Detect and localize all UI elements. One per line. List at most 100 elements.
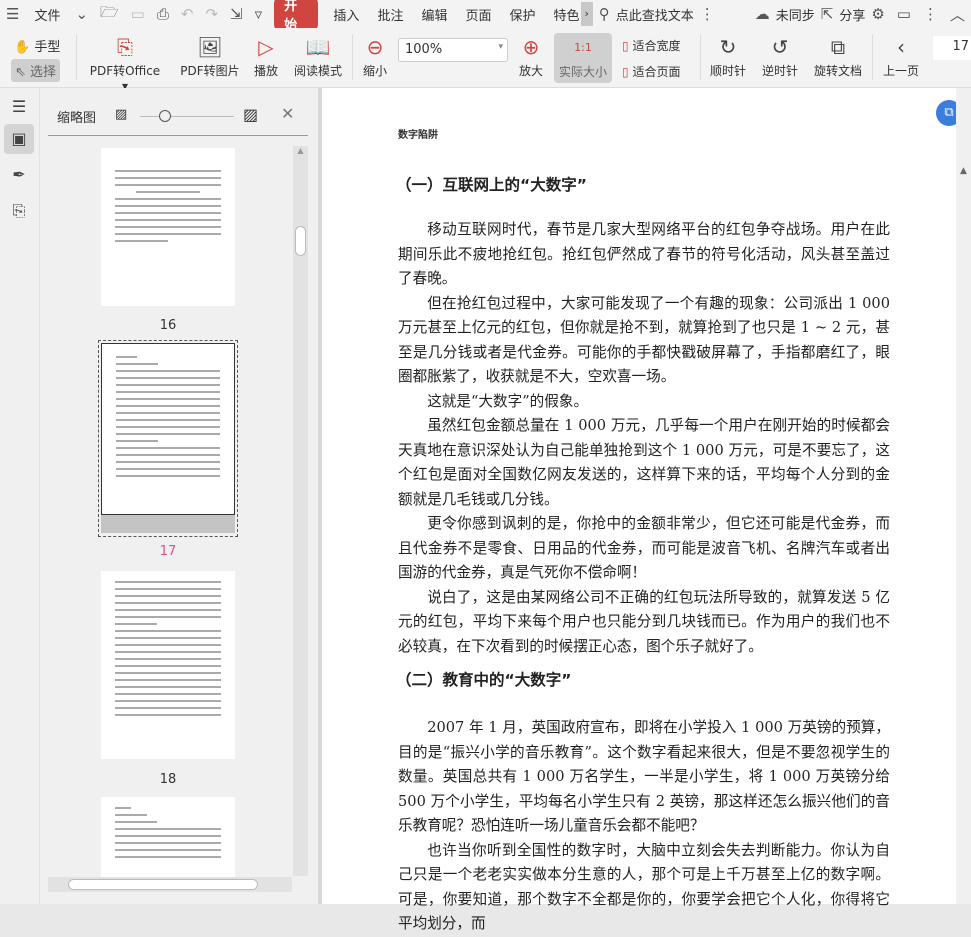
page-thumbnail[interactable] — [101, 571, 235, 759]
print-icon[interactable]: ⎙ — [151, 5, 175, 23]
document-page: 数字陷阱 （一）互联网上的“大数字” 移动互联网时代，春节是几家大型网络平台的红… — [322, 88, 962, 932]
page-thumbnail-selected[interactable] — [101, 343, 235, 515]
zoom-out-label: 缩小 — [362, 64, 387, 78]
chevron-left-icon: ‹ — [897, 35, 905, 59]
rotate-document-label: 旋转文档 — [813, 64, 862, 78]
signature-icon[interactable]: ⎘ — [4, 196, 34, 226]
close-icon[interactable]: ✕ — [281, 104, 294, 123]
hand-tool[interactable]: ✋ 手型 — [14, 36, 60, 55]
small-thumb-icon[interactable]: ▨ — [115, 107, 127, 122]
dropdown-arrow-icon: ▾ — [498, 42, 503, 52]
rotate-clockwise-button[interactable]: ↻ 顺时针 — [706, 32, 750, 79]
fit-width-label: 适合宽度 — [632, 39, 681, 53]
tab-insert[interactable]: 插入 — [324, 5, 368, 24]
fit-page-label: 适合页面 — [632, 65, 681, 79]
page-number-input[interactable]: 17 — [933, 36, 971, 60]
zoom-out-icon: ⊖ — [366, 35, 384, 59]
comment-icon[interactable]: ▭ — [891, 5, 917, 23]
fit-page-icon: ▯ — [622, 65, 629, 79]
more-dropdown-icon[interactable]: ▿ — [249, 5, 269, 23]
page-thumbnail[interactable] — [101, 148, 235, 306]
paragraph: 这就是“大数字”的假象。 — [427, 392, 589, 410]
file-menu[interactable]: 文件 — [25, 5, 69, 24]
panel-horizontal-scrollbar[interactable] — [48, 877, 292, 892]
section-heading: （一）互联网上的“大数字” — [396, 176, 587, 194]
zoom-in-label: 放大 — [518, 64, 543, 78]
fit-width-icon: ▯ — [622, 39, 629, 53]
cursor-icon: ⇖ — [15, 65, 26, 80]
zoom-in-button[interactable]: ⊕ 放大 — [516, 32, 546, 79]
image-icon: 🖼 — [197, 35, 223, 59]
large-thumb-icon[interactable]: ▨ — [243, 105, 258, 124]
pdf-convert-icon: ⎘ — [117, 35, 133, 59]
side-rail: ☰ ▣ ✒ ⎘ — [0, 88, 40, 904]
rotate-document-button[interactable]: ⧉ 旋转文档 — [812, 32, 864, 79]
tab-edit[interactable]: 编辑 — [412, 5, 456, 24]
section-1-body: 移动互联网时代，春节是几家大型网络平台的红包争夺战场。用户在此期间乐此不疲地抢红… — [322, 218, 890, 659]
page-thumbnail[interactable] — [101, 797, 235, 877]
rotate-counterclockwise-icon: ↺ — [771, 35, 789, 59]
share-icon[interactable]: ⇱ — [815, 5, 840, 23]
prev-page-button[interactable]: ‹ 上一页 — [880, 32, 922, 79]
fit-page-button[interactable]: ▯ 适合页面 — [622, 63, 680, 80]
rotate-counterclockwise-button[interactable]: ↺ 逆时针 — [758, 32, 802, 79]
panel-title: 缩略图 — [57, 111, 97, 126]
play-icon: ▷ — [258, 35, 274, 59]
page-label: 18 — [159, 772, 177, 787]
tab-protect[interactable]: 保护 — [500, 5, 544, 24]
zoom-value: 100% — [405, 42, 443, 57]
actual-size-label: 实际大小 — [558, 65, 607, 79]
paragraph: 2007 年 1 月，英国政府宣布，即将在小学投入 1 000 万英镑的预算，目… — [398, 719, 890, 834]
paragraph: 但在抢红包过程中，大家可能发现了一个有趣的现象：公司派出 1 000 万元甚至上… — [398, 294, 890, 386]
thumbnail-icon[interactable]: ▣ — [4, 124, 34, 154]
search-icon[interactable]: ⚲ — [593, 5, 616, 23]
zoom-in-icon: ⊕ — [522, 35, 540, 59]
share-button[interactable]: 分享 — [839, 5, 865, 24]
outline-icon[interactable]: ☰ — [4, 92, 34, 122]
pen-icon[interactable]: ✒ — [4, 160, 34, 190]
pdf-to-image-button[interactable]: 🖼 PDF转图片 — [180, 32, 240, 79]
pdf-to-image-label: PDF转图片 — [180, 64, 240, 78]
undo-icon[interactable]: ↶ — [175, 5, 200, 23]
more-vertical-icon[interactable]: ⋮ — [917, 5, 944, 23]
actual-size-icon: 1:1 — [574, 41, 592, 54]
read-mode-button[interactable]: 📖 阅读模式 — [292, 32, 344, 79]
sync-status[interactable]: 未同步 — [776, 5, 815, 24]
play-button[interactable]: ▷ 播放 — [250, 32, 282, 79]
settings-icon[interactable]: ⚙ — [865, 5, 890, 23]
page-label-current: 17 — [159, 544, 177, 559]
open-icon[interactable]: 🗁 — [94, 2, 125, 27]
fit-width-button[interactable]: ▯ 适合宽度 — [622, 37, 680, 54]
zoom-select[interactable]: 100% ▾ — [398, 38, 508, 62]
zoom-out-button[interactable]: ⊖ 缩小 — [360, 32, 390, 79]
tabs-scroll-right-icon[interactable]: › — [580, 2, 593, 26]
pdf-to-office-button[interactable]: ⎘ PDF转Office ▾ — [86, 32, 164, 93]
more-icon[interactable]: ⋮ — [694, 5, 721, 23]
panel-scrollbar[interactable]: ▲ — [293, 146, 308, 876]
tab-page[interactable]: 页面 — [456, 5, 500, 24]
export-icon[interactable]: ⇲ — [224, 5, 249, 23]
pdf-to-office-label: PDF转Office — [89, 64, 161, 78]
tab-special[interactable]: 特色 — [545, 5, 581, 24]
rotate-clockwise-icon: ↻ — [719, 35, 737, 59]
document-scrollbar[interactable]: ▲ — [956, 88, 971, 904]
actual-size-button[interactable]: 1:1 实际大小 — [554, 33, 612, 83]
search-input[interactable]: 点此查找文本 — [616, 5, 694, 24]
section-2-body: 2007 年 1 月，英国政府宣布，即将在小学投入 1 000 万英镑的预算，目… — [322, 716, 890, 937]
redo-icon[interactable]: ↷ — [199, 5, 224, 23]
hand-label: 手型 — [34, 40, 61, 55]
tab-annotate[interactable]: 批注 — [368, 5, 412, 24]
save-icon[interactable]: ▭ — [125, 5, 151, 23]
collapse-icon[interactable]: ︿ — [944, 4, 971, 25]
play-label: 播放 — [253, 64, 278, 78]
thumb-size-slider[interactable] — [140, 116, 234, 117]
toolbar: ✋ 手型 ⇖ 选择 ⎘ PDF转Office ▾ 🖼 PDF转图片 ▷ 播放 📖 阅读模… — [0, 28, 971, 93]
paragraph: 说白了，这是由某网络公司不正确的红包玩法所导致的，就算发送 5 亿元的红包，平均… — [398, 588, 890, 655]
menu-bar: ☰ 文件 ⌄ 🗁 ▭ ⎙ ↶ ↷ ⇲ ▿ 开始 插入 批注 编辑 页面 保护 特… — [0, 0, 971, 35]
slider-handle[interactable] — [159, 110, 171, 122]
chevron-down-icon[interactable]: ⌄ — [69, 5, 94, 23]
paragraph: 更令你感到讽刺的是，你抢中的金额非常少，但它还可能是代金券，而且代金券不是零食、… — [398, 515, 890, 581]
counterclockwise-label: 逆时针 — [761, 64, 798, 78]
select-tool[interactable]: ⇖ 选择 — [11, 59, 61, 82]
hamburger-icon[interactable]: ☰ — [0, 5, 25, 23]
